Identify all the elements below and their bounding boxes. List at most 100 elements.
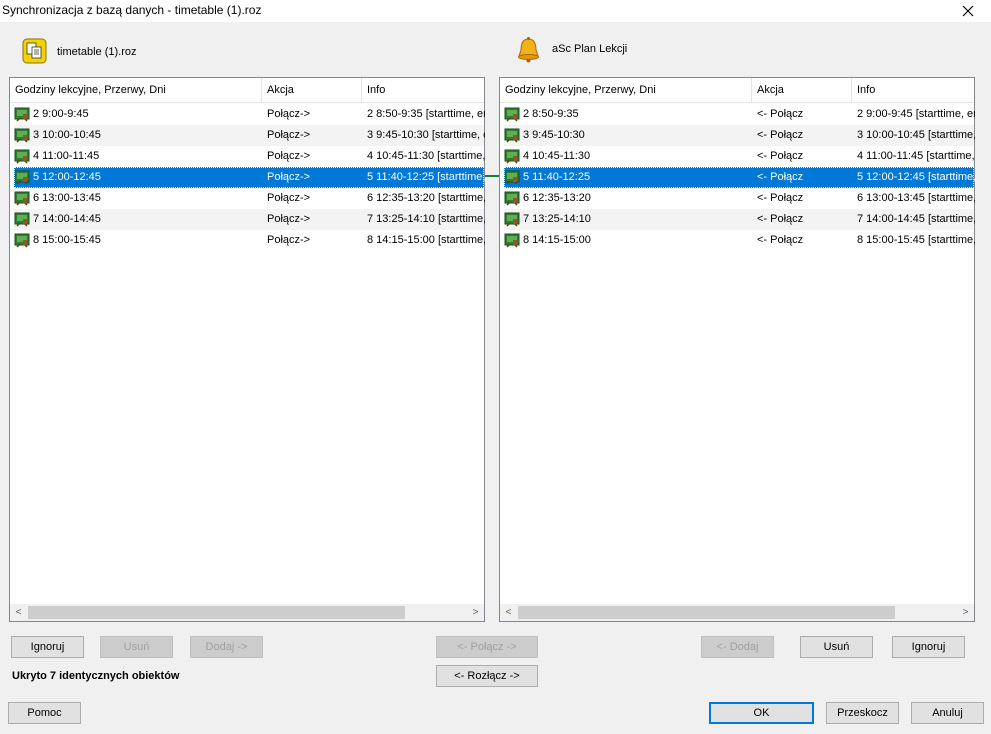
row-info: 3 10:00-10:45 [starttime, endtime]	[857, 129, 975, 141]
row-name: 7 14:00-14:45	[33, 213, 101, 225]
right-horizontal-scrollbar[interactable]: < >	[500, 604, 974, 621]
chevron-right-icon: >	[962, 607, 969, 618]
scroll-right-button[interactable]: >	[467, 604, 484, 621]
row-info: 5 11:40-12:25 [starttime, endtime]	[367, 171, 485, 183]
row-action: <- Połącz	[757, 213, 804, 225]
left-list-header: Godziny lekcyjne, Przerwy, Dni Akcja Inf…	[10, 78, 484, 103]
ok-button[interactable]: OK	[709, 702, 814, 724]
row-info: 6 12:35-13:20 [starttime, endtime]	[367, 192, 485, 204]
list-row[interactable]: 3 10:00-10:45 Połącz-> 3 9:45-10:30 [start…	[14, 125, 485, 146]
list-row[interactable]: 2 8:50-9:35 <- Połącz 2 9:00-9:45 [startti…	[504, 104, 975, 125]
row-action: Połącz->	[267, 108, 311, 120]
chevron-left-icon: <	[15, 607, 22, 618]
right-source-name: aSc Plan Lekcji	[552, 43, 628, 55]
row-info: 5 12:00-12:45 [starttime, endtime]	[857, 171, 975, 183]
skip-button[interactable]: Przeskocz	[826, 702, 899, 724]
row-name: 5 12:00-12:45	[33, 171, 101, 183]
lesson-time-icon	[504, 212, 520, 227]
row-action: <- Połącz	[757, 171, 804, 183]
list-row[interactable]: 2 9:00-9:45 Połącz-> 2 8:50-9:35 [starttim…	[14, 104, 485, 125]
lesson-time-icon	[504, 191, 520, 206]
list-row[interactable]: 6 13:00-13:45 Połącz-> 6 12:35-13:20 [star…	[14, 188, 485, 209]
row-action: <- Połącz	[757, 192, 804, 204]
lesson-time-icon	[14, 170, 30, 185]
close-button[interactable]	[945, 0, 991, 22]
lesson-time-icon	[504, 170, 520, 185]
row-action: <- Połącz	[757, 129, 804, 141]
row-name: 5 11:40-12:25	[523, 171, 591, 183]
left-ignore-button[interactable]: Ignoruj	[11, 636, 84, 658]
row-info: 3 9:45-10:30 [starttime, endtime]	[367, 129, 485, 141]
row-info: 2 8:50-9:35 [starttime, endtime]	[367, 108, 485, 120]
row-action: <- Połącz	[757, 234, 804, 246]
row-action: <- Połącz	[757, 108, 804, 120]
row-name: 3 10:00-10:45	[33, 129, 101, 141]
link-connector	[485, 175, 499, 177]
help-button[interactable]: Pomoc	[8, 702, 81, 724]
hidden-objects-status: Ukryto 7 identycznych obiektów	[12, 670, 180, 682]
lesson-time-icon	[14, 212, 30, 227]
column-header-action[interactable]: Akcja	[752, 78, 852, 103]
lesson-time-icon	[504, 149, 520, 164]
row-action: <- Połącz	[757, 150, 804, 162]
row-name: 4 10:45-11:30	[523, 150, 591, 162]
column-header-action[interactable]: Akcja	[262, 78, 362, 103]
lesson-time-icon	[14, 233, 30, 248]
window-title: Synchronizacja z bazą danych - timetable…	[2, 3, 262, 17]
scroll-thumb[interactable]	[28, 606, 405, 619]
list-row[interactable]: 8 14:15-15:00 <- Połącz 8 15:00-15:45 [sta…	[504, 230, 975, 251]
row-name: 2 8:50-9:35	[523, 108, 579, 120]
lesson-time-icon	[14, 128, 30, 143]
list-row[interactable]: 8 15:00-15:45 Połącz-> 8 14:15-15:00 [star…	[14, 230, 485, 251]
left-add-button[interactable]: Dodaj ->	[190, 636, 263, 658]
right-remove-button[interactable]: Usuń	[800, 636, 873, 658]
row-info: 7 13:25-14:10 [starttime, endtime]	[367, 213, 485, 225]
list-row[interactable]: 4 11:00-11:45 Połącz-> 4 10:45-11:30 [star…	[14, 146, 485, 167]
list-row[interactable]: 4 10:45-11:30 <- Połącz 4 11:00-11:45 [sta…	[504, 146, 975, 167]
row-info: 8 14:15-15:00 [starttime, endtime]	[367, 234, 485, 246]
row-info: 4 11:00-11:45 [starttime, endtime]	[857, 150, 975, 162]
left-horizontal-scrollbar[interactable]: < >	[10, 604, 484, 621]
row-name: 6 13:00-13:45	[33, 192, 101, 204]
connect-button[interactable]: <- Połącz ->	[436, 636, 538, 658]
disconnect-button[interactable]: <- Rozłącz ->	[436, 665, 538, 687]
row-info: 6 13:00-13:45 [starttime, endtime]	[857, 192, 975, 204]
row-info: 7 14:00-14:45 [starttime, endtime]	[857, 213, 975, 225]
scroll-thumb[interactable]	[518, 606, 895, 619]
row-name: 8 14:15-15:00	[523, 234, 591, 246]
scroll-left-button[interactable]: <	[500, 604, 517, 621]
column-header-info[interactable]: Info	[362, 78, 486, 103]
lesson-time-icon	[14, 149, 30, 164]
cancel-button[interactable]: Anuluj	[911, 702, 984, 724]
left-source-name: timetable (1).roz	[57, 46, 137, 58]
right-list-rows: 2 8:50-9:35 <- Połącz 2 9:00-9:45 [startti…	[504, 104, 975, 251]
list-row[interactable]: 7 14:00-14:45 Połącz-> 7 13:25-14:10 [star…	[14, 209, 485, 230]
title-bar: Synchronizacja z bazą danych - timetable…	[0, 0, 991, 22]
lesson-time-icon	[504, 128, 520, 143]
right-add-button[interactable]: <- Dodaj	[701, 636, 774, 658]
row-name: 2 9:00-9:45	[33, 108, 89, 120]
column-header-name[interactable]: Godziny lekcyjne, Przerwy, Dni	[500, 78, 752, 103]
close-icon	[962, 5, 974, 17]
lesson-time-icon	[14, 107, 30, 122]
right-list-panel[interactable]: Godziny lekcyjne, Przerwy, Dni Akcja Inf…	[499, 77, 975, 622]
scroll-right-button[interactable]: >	[957, 604, 974, 621]
row-name: 6 12:35-13:20	[523, 192, 591, 204]
column-header-name[interactable]: Godziny lekcyjne, Przerwy, Dni	[10, 78, 262, 103]
row-action: Połącz->	[267, 150, 311, 162]
left-remove-button[interactable]: Usuń	[100, 636, 173, 658]
list-row[interactable]: 6 12:35-13:20 <- Połącz 6 13:00-13:45 [sta…	[504, 188, 975, 209]
right-list-header: Godziny lekcyjne, Przerwy, Dni Akcja Inf…	[500, 78, 974, 103]
list-row[interactable]: 5 12:00-12:45 Połącz-> 5 11:40-12:25 [star…	[14, 167, 485, 188]
scroll-left-button[interactable]: <	[10, 604, 27, 621]
chevron-left-icon: <	[505, 607, 512, 618]
row-action: Połącz->	[267, 213, 311, 225]
left-list-panel[interactable]: Godziny lekcyjne, Przerwy, Dni Akcja Inf…	[9, 77, 485, 622]
column-header-info[interactable]: Info	[852, 78, 976, 103]
list-row[interactable]: 5 11:40-12:25 <- Połącz 5 12:00-12:45 [sta…	[504, 167, 975, 188]
right-ignore-button[interactable]: Ignoruj	[892, 636, 965, 658]
list-row[interactable]: 3 9:45-10:30 <- Połącz 3 10:00-10:45 [star…	[504, 125, 975, 146]
row-info: 2 9:00-9:45 [starttime, endtime]	[857, 108, 975, 120]
list-row[interactable]: 7 13:25-14:10 <- Połącz 7 14:00-14:45 [sta…	[504, 209, 975, 230]
row-info: 8 15:00-15:45 [starttime, endtime]	[857, 234, 975, 246]
